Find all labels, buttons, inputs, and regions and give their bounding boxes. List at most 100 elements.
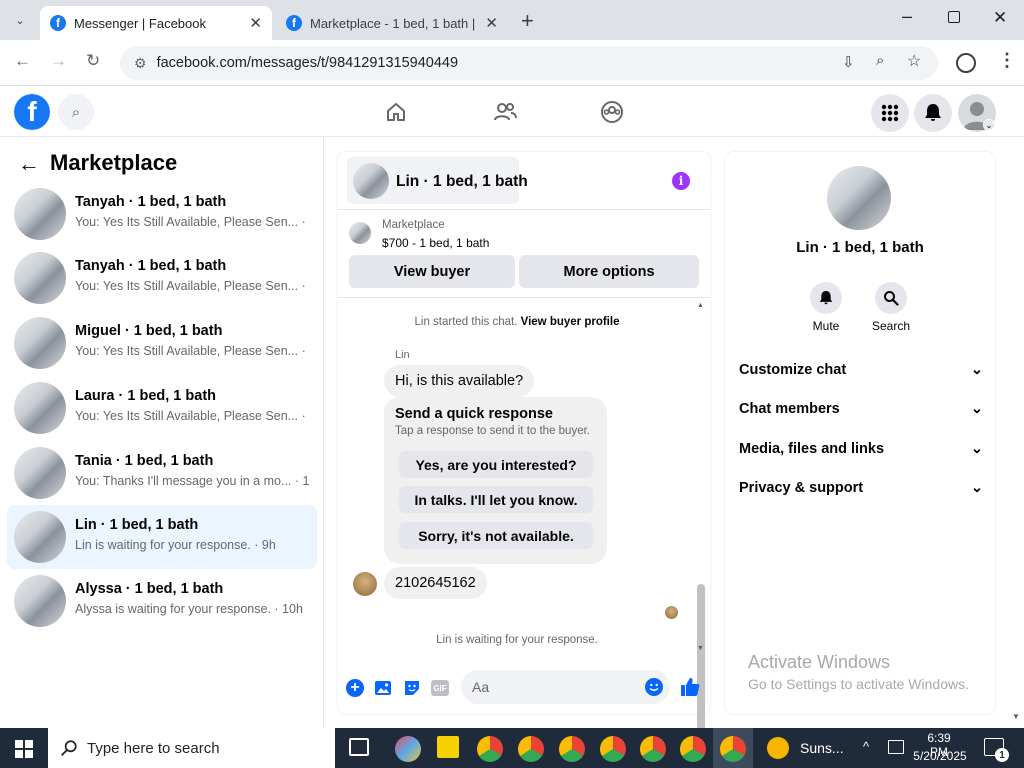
message-input[interactable]: Aa: [461, 670, 670, 704]
browser-menu-icon[interactable]: ⋮: [998, 50, 1016, 71]
conversation-preview: Alyssa is waiting for your response. · 1…: [75, 602, 303, 616]
taskbar-search-box[interactable]: Type here to search: [48, 728, 335, 768]
sender-avatar[interactable]: [353, 572, 377, 596]
conversation-name: Lin · 1 bed, 1 bath: [75, 517, 199, 533]
conversation-item-selected[interactable]: Lin · 1 bed, 1 bath Lin is waiting for y…: [7, 505, 317, 569]
scroll-down-icon[interactable]: ▼: [697, 645, 704, 652]
task-view-icon[interactable]: [349, 738, 369, 756]
network-icon[interactable]: [888, 740, 904, 754]
chat-members-section[interactable]: Chat members ⌄: [739, 401, 983, 417]
gif-icon[interactable]: GIF: [431, 680, 449, 696]
conversation-preview: You: Yes Its Still Available, Please Sen…: [75, 409, 310, 423]
home-icon[interactable]: [385, 101, 407, 123]
tab-search-icon[interactable]: ⌄: [8, 8, 32, 32]
conversation-item[interactable]: Tanyah · 1 bed, 1 bath You: Yes Its Stil…: [7, 246, 317, 310]
tab-messenger[interactable]: f Messenger | Facebook ✕: [40, 6, 272, 40]
reload-icon[interactable]: ↻: [86, 51, 100, 71]
conversation-item[interactable]: Miguel · 1 bed, 1 bath You: Yes Its Stil…: [7, 311, 317, 375]
media-files-links-section[interactable]: Media, files and links ⌄: [739, 441, 983, 457]
add-icon[interactable]: +: [346, 679, 364, 697]
chrome-profile-1-icon[interactable]: [477, 736, 503, 762]
window-close-icon[interactable]: ✕: [993, 8, 1007, 28]
groups-icon[interactable]: [600, 100, 624, 124]
quick-reply-yes[interactable]: Yes, are you interested?: [399, 451, 593, 478]
listing-thumbnail: [827, 166, 891, 230]
photo-icon[interactable]: [374, 679, 392, 697]
emoji-icon[interactable]: [645, 678, 663, 696]
chat-title: Lin · 1 bed, 1 bath: [396, 173, 528, 190]
paint-app-icon[interactable]: [395, 736, 421, 762]
search-in-chat-button[interactable]: [875, 282, 907, 314]
conversation-item[interactable]: Alyssa · 1 bed, 1 bath Alyssa is waiting…: [7, 569, 317, 633]
site-info-icon[interactable]: ⚙: [134, 55, 147, 72]
mute-button[interactable]: [810, 282, 842, 314]
quick-reply-in-talks[interactable]: In talks. I'll let you know.: [399, 486, 593, 513]
bookmark-star-icon[interactable]: ☆: [907, 51, 921, 71]
friends-icon[interactable]: [493, 101, 517, 123]
minimize-icon[interactable]: –: [902, 6, 912, 27]
new-tab-icon[interactable]: +: [521, 8, 534, 34]
chrome-profile-6-icon[interactable]: [680, 736, 706, 762]
restore-icon[interactable]: [948, 11, 960, 23]
listing-detail: $700 - 1 bed, 1 bath: [382, 236, 490, 250]
listing-label: Marketplace: [382, 219, 445, 231]
clock-date[interactable]: 5/20/2025: [910, 749, 970, 763]
chrome-profile-4-icon[interactable]: [600, 736, 626, 762]
listing-thumbnail: [353, 163, 389, 199]
privacy-support-section[interactable]: Privacy & support ⌄: [739, 480, 983, 496]
taskbar-search-placeholder: Type here to search: [87, 739, 220, 757]
quick-reply-not-available[interactable]: Sorry, it's not available.: [399, 522, 593, 549]
listing-thumbnail: [14, 252, 66, 304]
sticker-icon[interactable]: [403, 679, 421, 697]
chat-title-button[interactable]: Lin · 1 bed, 1 bath: [347, 157, 528, 204]
conversation-preview: You: Yes Its Still Available, Please Sen…: [75, 215, 310, 229]
divider: [338, 297, 710, 298]
chrome-profile-5-icon[interactable]: [640, 736, 666, 762]
customize-chat-section[interactable]: Customize chat ⌄: [739, 362, 983, 378]
conversation-name: Miguel · 1 bed, 1 bath: [75, 323, 223, 339]
install-app-icon[interactable]: ⇩: [842, 53, 855, 71]
chat-scrollbar[interactable]: ▲ ▼: [696, 302, 705, 768]
tab-marketplace[interactable]: f Marketplace - 1 bed, 1 bath | Fa ✕: [276, 6, 508, 40]
conversation-preview: Lin is waiting for your response. · 9h: [75, 538, 276, 552]
profile-icon[interactable]: [956, 53, 976, 73]
close-tab-icon[interactable]: ✕: [485, 14, 498, 32]
chrome-profile-2-icon[interactable]: [518, 736, 544, 762]
notifications-icon[interactable]: [914, 94, 952, 132]
view-buyer-button[interactable]: View buyer: [349, 255, 515, 288]
search-icon[interactable]: ⌕: [58, 94, 94, 130]
like-icon[interactable]: [680, 677, 700, 697]
weather-sun-icon[interactable]: [767, 737, 789, 759]
menu-grid-icon[interactable]: [871, 94, 909, 132]
scroll-up-icon[interactable]: ▲: [697, 302, 704, 309]
chevron-down-icon: ⌄: [970, 480, 983, 496]
conversation-item[interactable]: Tanyah · 1 bed, 1 bath You: Yes Its Stil…: [7, 182, 317, 246]
back-icon[interactable]: ←: [14, 51, 31, 71]
view-buyer-profile-link[interactable]: View buyer profile: [521, 316, 620, 328]
facebook-logo[interactable]: f: [14, 94, 50, 130]
more-options-button[interactable]: More options: [519, 255, 699, 288]
forward-icon[interactable]: →: [50, 51, 67, 71]
zoom-icon[interactable]: ⌕: [876, 52, 884, 69]
account-chevron-icon[interactable]: ⌄: [983, 119, 995, 131]
sender-name: Lin: [395, 349, 410, 361]
conversation-item[interactable]: Laura · 1 bed, 1 bath You: Yes Its Still…: [7, 376, 317, 440]
listing-thumbnail: [14, 188, 66, 240]
chevron-down-icon: ⌄: [970, 362, 983, 378]
conversation-item[interactable]: Tania · 1 bed, 1 bath You: Thanks I'll m…: [7, 441, 317, 505]
show-hidden-icons-icon[interactable]: ^: [863, 739, 869, 754]
close-tab-icon[interactable]: ✕: [249, 14, 262, 32]
sticky-notes-icon[interactable]: [437, 736, 459, 758]
chrome-profile-3-icon[interactable]: [559, 736, 585, 762]
search-label: Search: [871, 319, 911, 333]
chrome-profile-7-icon[interactable]: [720, 736, 746, 762]
info-icon[interactable]: i: [672, 172, 690, 190]
back-arrow-icon[interactable]: ←: [18, 151, 40, 177]
address-bar[interactable]: ⚙ facebook.com/messages/t/98412913159404…: [120, 46, 938, 80]
page-scroll-down-icon[interactable]: ▼: [1012, 712, 1020, 721]
chat-panel: Lin · 1 bed, 1 bath i Marketplace $700 -…: [338, 152, 710, 768]
facebook-favicon-icon: f: [286, 15, 302, 31]
windows-start-icon[interactable]: [15, 740, 33, 758]
quick-response-card: Send a quick response Tap a response to …: [384, 397, 607, 564]
weather-text[interactable]: Suns...: [800, 740, 844, 756]
